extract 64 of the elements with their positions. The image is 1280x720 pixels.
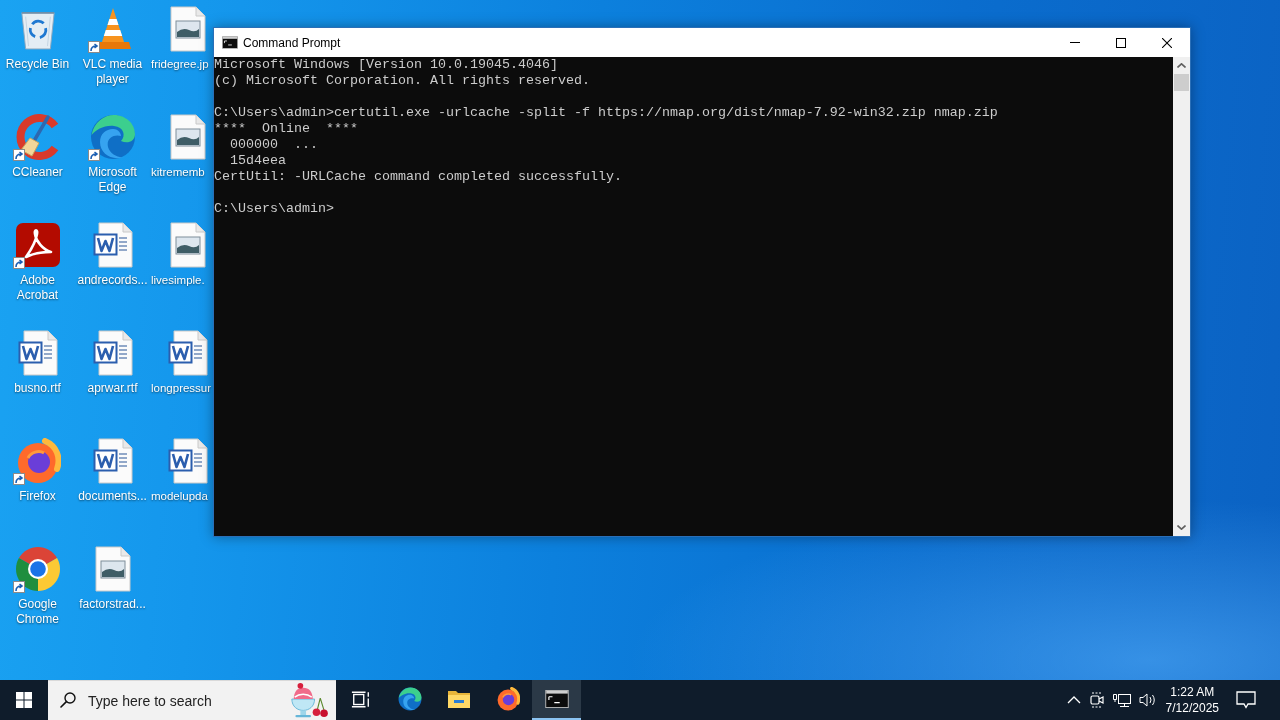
console-line: **** Online **** <box>214 121 358 137</box>
browser-swirl-icon[interactable] <box>89 114 136 160</box>
desktop-icon-label[interactable]: factorstrad... <box>79 597 146 612</box>
word-document-icon[interactable] <box>92 330 133 376</box>
word-document-icon[interactable] <box>92 438 133 484</box>
chevron-up-icon[interactable] <box>1066 696 1081 704</box>
word-document-icon[interactable] <box>167 330 208 376</box>
clock-date[interactable]: 7/12/2025 <box>1165 700 1219 716</box>
desktop-icon-label[interactable]: livesimple. <box>151 273 205 288</box>
pdf-app-icon[interactable] <box>14 222 61 268</box>
desktop-icon-label[interactable]: longpressur <box>151 381 212 396</box>
desktop-icon-label[interactable]: busno.rtf <box>14 381 61 396</box>
search-icon <box>60 692 76 708</box>
scrollbar-thumb[interactable] <box>1174 74 1189 91</box>
scroll-down-icon[interactable] <box>1177 525 1186 530</box>
window-title: Command Prompt <box>243 35 341 50</box>
video-camera-icon[interactable] <box>1088 692 1105 708</box>
word-document-icon[interactable] <box>17 330 58 376</box>
image-file-icon[interactable] <box>169 6 206 52</box>
desktop-icon-label[interactable]: fridegree.jp <box>151 57 209 72</box>
console-line: Microsoft Windows [Version 10.0.19045.4046] <box>214 57 558 73</box>
volume-icon[interactable] <box>1138 692 1157 708</box>
minimize-icon <box>1070 42 1080 43</box>
browser-swirl-icon <box>397 687 422 711</box>
terminal-icon <box>222 36 238 49</box>
search-field[interactable]: Type here to search <box>48 680 336 720</box>
flame-globe-icon <box>495 687 520 711</box>
terminal-icon <box>544 690 569 708</box>
console-line: C:\Users\admin>certutil.exe -urlcache -split -f https://nmap.org/dist/nmap-7.92-win32.zip nmap.zip <box>214 105 998 121</box>
browser-circle-icon[interactable] <box>14 546 61 592</box>
task-view-icon <box>350 690 371 708</box>
console-line: 000000 ... <box>229 137 318 153</box>
scroll-up-icon[interactable] <box>1177 63 1186 68</box>
console-line: C:\Users\admin> <box>214 201 334 217</box>
taskbar-button[interactable] <box>532 680 581 720</box>
word-document-icon[interactable] <box>167 438 208 484</box>
desktop-icon-label[interactable]: CCleaner <box>12 165 63 180</box>
desktop-icon-label[interactable]: Firefox <box>19 489 56 504</box>
desktop-icon-label[interactable]: VLC media player <box>76 57 149 87</box>
desktop-icon-label[interactable]: kitrememb <box>151 165 205 180</box>
desktop-icon-label[interactable]: documents... <box>78 489 147 504</box>
desktop-icon-label[interactable]: Google Chrome <box>1 597 74 627</box>
close-icon <box>1162 37 1172 48</box>
scrollbar[interactable] <box>1173 57 1190 536</box>
desktop-icon-label[interactable]: modelupda <box>151 489 208 504</box>
desktop-icon-label[interactable]: Recycle Bin <box>5 57 70 72</box>
desktop-icon-label[interactable]: andrecords... <box>77 273 148 288</box>
desktop-icon-label[interactable]: aprwar.rtf <box>87 381 138 396</box>
maximize-icon <box>1116 37 1126 48</box>
image-file-icon[interactable] <box>169 114 206 160</box>
console-line: CertUtil: -URLCache command completed successfully. <box>214 169 622 185</box>
cleaner-brush-icon[interactable] <box>14 114 61 160</box>
console-line: 15d4eea <box>229 153 286 169</box>
network-icon[interactable] <box>1112 692 1131 708</box>
notification-icon[interactable] <box>1236 691 1256 709</box>
folder-icon <box>446 689 471 709</box>
desktop-icon-label[interactable]: Microsoft Edge <box>76 165 149 195</box>
desktop-icon-label[interactable]: Adobe Acrobat <box>1 273 74 303</box>
image-file-icon[interactable] <box>169 222 206 268</box>
word-document-icon[interactable] <box>92 222 133 268</box>
clock-time[interactable]: 1:22 AM <box>1170 684 1215 700</box>
image-file-icon[interactable] <box>94 546 131 592</box>
windows-logo-icon <box>16 692 32 708</box>
console-line: (c) Microsoft Corporation. All rights reserved. <box>214 73 590 89</box>
